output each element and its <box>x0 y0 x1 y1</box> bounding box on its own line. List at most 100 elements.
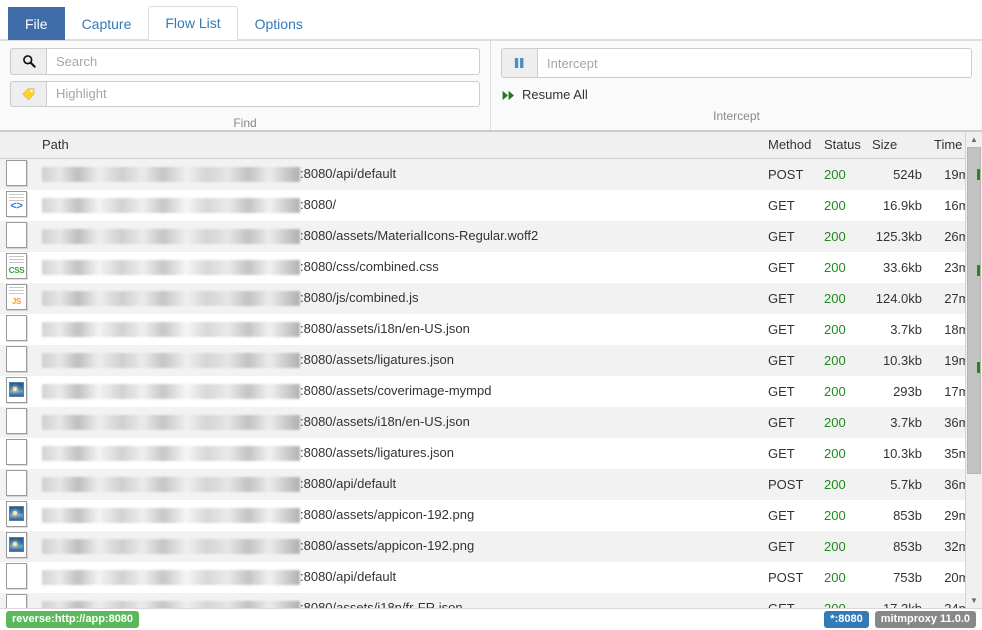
flow-type-icon-cell: <> <box>0 190 36 221</box>
column-header-status[interactable]: Status <box>818 132 866 159</box>
flow-type-icon-cell <box>0 438 36 469</box>
tag-icon[interactable] <box>10 80 46 107</box>
flow-size-cell: 853b <box>893 507 922 523</box>
flow-size-cell: 33.6kb <box>882 259 922 275</box>
flow-method-cell: POST <box>768 166 804 182</box>
flow-status-cell: 200 <box>824 197 846 213</box>
table-row[interactable]: :8080/assets/ligatures.json GET 200 10.3kb 3… <box>0 437 982 469</box>
file-plain-icon <box>6 159 27 189</box>
table-row[interactable]: :8080/assets/appicon-192.png GET 200 853b 32… <box>0 530 982 562</box>
table-row[interactable]: :8080/assets/appicon-192.png GET 200 853b 29… <box>0 499 982 531</box>
flow-status-cell: 200 <box>824 445 846 461</box>
flow-status-cell: 200 <box>824 166 846 182</box>
redacted-host <box>42 322 300 338</box>
file-plain-icon <box>6 562 27 592</box>
flow-status-cell: 200 <box>824 259 846 275</box>
flow-type-icon-cell <box>0 159 36 190</box>
redacted-host <box>42 570 300 586</box>
scroll-down-arrow[interactable]: ▼ <box>966 593 982 608</box>
redacted-host <box>42 260 300 276</box>
flow-type-icon-cell <box>0 469 36 500</box>
redacted-host <box>42 539 300 555</box>
tab-options[interactable]: Options <box>238 7 320 40</box>
highlight-input[interactable] <box>46 80 480 107</box>
flow-path-cell: :8080/assets/i18n/en-US.json <box>36 314 762 345</box>
table-row[interactable]: :8080/api/default POST 200 524b 19ms <box>0 158 982 190</box>
column-header-size[interactable]: Size <box>866 132 928 159</box>
resume-all-label: Resume All <box>522 87 588 102</box>
flow-path-text: :8080/assets/appicon-192.png <box>300 537 475 553</box>
flow-path-text: :8080/assets/appicon-192.png <box>300 506 475 522</box>
search-input[interactable] <box>46 48 480 75</box>
file-plain-icon <box>6 314 27 344</box>
table-row[interactable]: JS:8080/js/combined.js GET 200 124.0kb 27ms <box>0 282 982 314</box>
flow-size-cell: 16.9kb <box>882 197 922 213</box>
intercept-row <box>501 48 972 78</box>
flow-path-cell: :8080/api/default <box>36 469 762 500</box>
tab-flow-list[interactable]: Flow List <box>148 6 238 40</box>
table-row[interactable]: :8080/assets/MaterialIcons-Regular.woff2… <box>0 220 982 252</box>
flow-method-cell: GET <box>768 352 795 368</box>
column-header-method[interactable]: Method <box>762 132 818 159</box>
flow-path-text: :8080/api/default <box>300 568 397 584</box>
redacted-host <box>42 601 300 608</box>
column-header-path[interactable]: Path <box>36 132 762 159</box>
flow-size-cell: 3.7kb <box>890 414 922 430</box>
proxy-mode-badge: reverse:http://app:8080 <box>6 611 140 628</box>
flow-path-cell: :8080/js/combined.js <box>36 283 762 314</box>
flow-path-text: :8080/assets/i18n/en-US.json <box>300 320 470 336</box>
flow-list-scrollbar[interactable]: ▲ ▼ <box>965 132 982 608</box>
tab-capture[interactable]: Capture <box>65 7 149 40</box>
redacted-host <box>42 198 300 214</box>
highlight-row <box>10 80 480 107</box>
redacted-host <box>42 291 300 307</box>
flow-size-cell: 5.7kb <box>890 476 922 492</box>
flow-method-cell: GET <box>768 414 795 430</box>
listen-address-badge: *:8080 <box>824 611 869 628</box>
flow-path-cell: :8080/css/combined.css <box>36 252 762 283</box>
tab-file[interactable]: File <box>8 7 65 40</box>
flow-table: Path Method Status Size Time :8080/api/d… <box>0 132 982 608</box>
search-icon[interactable] <box>10 48 46 75</box>
table-row[interactable]: :8080/api/default POST 200 5.7kb 36ms <box>0 468 982 500</box>
flow-path-text: :8080/api/default <box>300 475 397 491</box>
flow-size-cell: 3.7kb <box>890 321 922 337</box>
table-row[interactable]: :8080/assets/i18n/en-US.json GET 200 3.7kb 3… <box>0 406 982 438</box>
flow-type-icon-cell <box>0 531 36 562</box>
table-row[interactable]: :8080/assets/i18n/fr-FR.json GET 200 17.3kb… <box>0 592 982 609</box>
intercept-input[interactable] <box>537 48 972 78</box>
scroll-up-arrow[interactable]: ▲ <box>966 132 982 147</box>
table-row[interactable]: CSS:8080/css/combined.css GET 200 33.6kb 23m… <box>0 251 982 283</box>
flow-method-cell: GET <box>768 259 795 275</box>
redacted-host <box>42 167 300 183</box>
flow-status-cell: 200 <box>824 228 846 244</box>
flow-path-text: :8080/api/default <box>300 166 397 182</box>
flow-method-cell: GET <box>768 290 795 306</box>
resume-all-button[interactable]: Resume All <box>501 84 589 106</box>
pause-icon[interactable] <box>501 48 537 78</box>
flow-type-icon-cell <box>0 221 36 252</box>
redacted-host <box>42 415 300 431</box>
flow-type-icon-cell <box>0 376 36 407</box>
find-group: Find <box>0 41 491 130</box>
flow-status-cell: 200 <box>824 600 846 609</box>
table-row[interactable]: :8080/assets/i18n/en-US.json GET 200 3.7kb 1… <box>0 313 982 345</box>
table-row[interactable]: :8080/api/default POST 200 753b 20ms <box>0 561 982 593</box>
table-row[interactable]: :8080/assets/ligatures.json GET 200 10.3kb 1… <box>0 344 982 376</box>
scrollbar-track[interactable] <box>966 147 982 593</box>
flow-type-icon-cell <box>0 500 36 531</box>
file-js-icon: JS <box>6 283 27 313</box>
flow-type-icon-cell <box>0 314 36 345</box>
scrollbar-thumb[interactable] <box>967 147 981 474</box>
flow-status-cell: 200 <box>824 414 846 430</box>
table-row[interactable]: :8080/assets/coverimage-mympd GET 200 293b 1… <box>0 375 982 407</box>
redacted-host <box>42 229 300 245</box>
flow-path-cell: :8080/assets/MaterialIcons-Regular.woff2 <box>36 221 762 252</box>
flow-status-cell: 200 <box>824 569 846 585</box>
flow-method-cell: GET <box>768 197 795 213</box>
flow-path-text: :8080/ <box>300 196 337 212</box>
table-row[interactable]: <>:8080/GET 200 16.9kb 16ms <box>0 189 982 221</box>
flow-size-cell: 10.3kb <box>882 445 922 461</box>
flow-path-cell: :8080/api/default <box>36 562 762 593</box>
search-row <box>10 48 480 75</box>
